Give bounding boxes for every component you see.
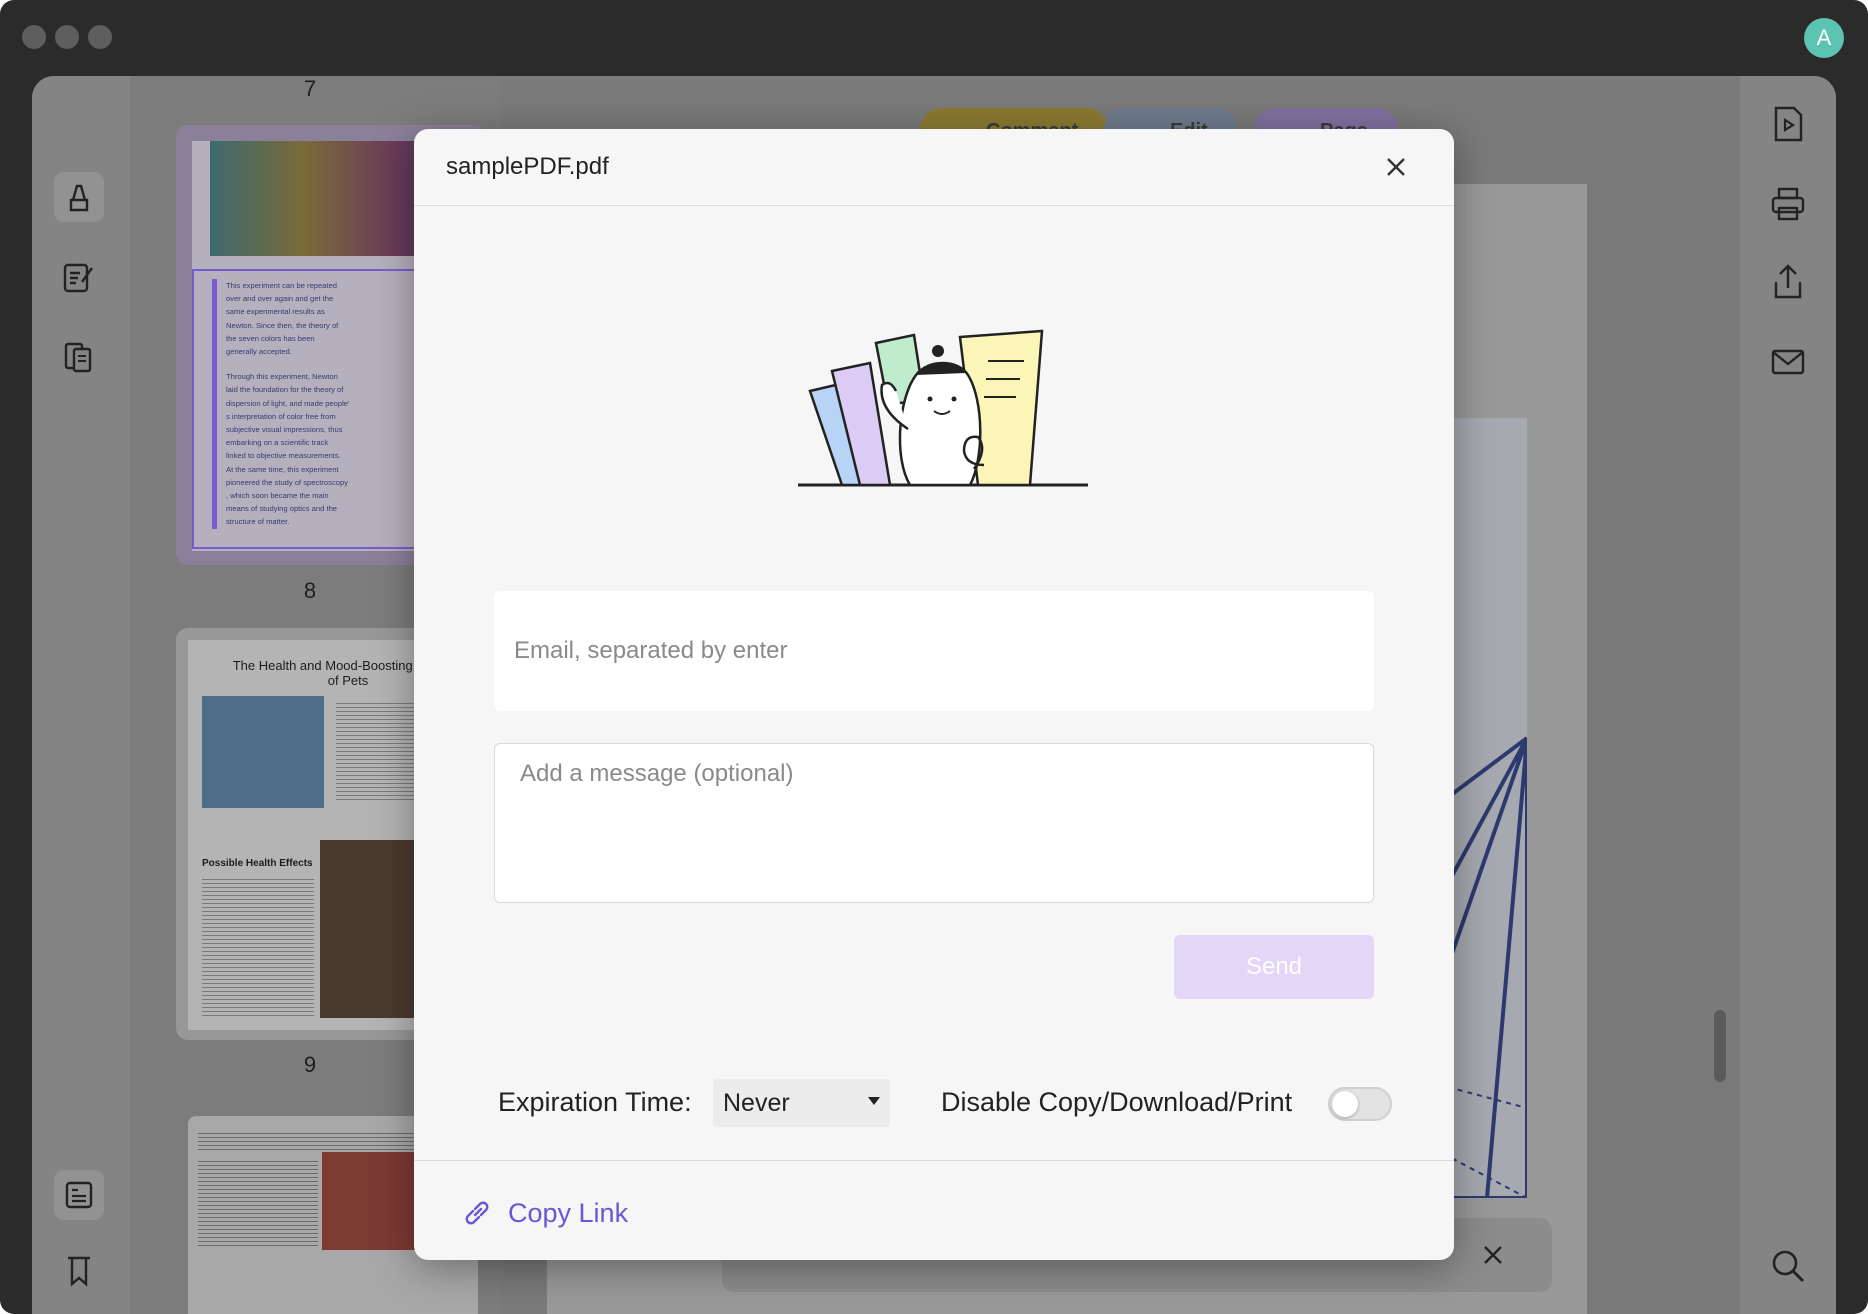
organize-pages-icon	[64, 342, 92, 373]
user-avatar[interactable]: A	[1804, 18, 1844, 58]
thumb-line: dispersion of light, and made people'	[226, 398, 350, 408]
thumb-line: Newton. Since then, the theory of	[226, 320, 339, 330]
vertical-scrollbar[interactable]	[1714, 1010, 1726, 1082]
thumb-line: over and over again and get the	[226, 294, 334, 304]
thumb-line: laid the foundation for the theory of	[226, 385, 344, 395]
thumb-line: embarking on a scientific track	[226, 438, 329, 448]
thumb-line: same experimental results as	[226, 307, 325, 317]
thumb-line: linked to objective measurements.	[226, 451, 341, 461]
thumb-line: This experiment can be repeated	[226, 281, 338, 290]
thumbnail-subheading: Possible Health Effects	[202, 858, 313, 869]
thumb-line-gap	[226, 358, 426, 370]
toggle-knob	[1332, 1091, 1358, 1117]
mail-icon[interactable]	[1768, 342, 1808, 382]
close-icon[interactable]	[1380, 151, 1412, 183]
thumb-line: s interpretation of color free from	[226, 411, 336, 421]
print-icon[interactable]	[1768, 184, 1808, 224]
highlighter-icon	[69, 184, 89, 212]
edit-tool-button[interactable]	[54, 252, 104, 302]
expiration-select[interactable]: Never	[713, 1079, 890, 1127]
thumb-line: pioneered the study of spectroscopy	[226, 477, 348, 487]
bookmark-button[interactable]	[54, 1246, 104, 1296]
share-dialog: samplePDF.pdf Send Expiration Time: Neve…	[414, 129, 1454, 1260]
thumb-line: At the same time, this experiment	[226, 464, 339, 474]
dropdown-arrow-icon	[868, 1097, 880, 1105]
thumbnail-text-block	[198, 1158, 318, 1248]
disable-copy-label: Disable Copy/Download/Print	[941, 1087, 1293, 1117]
thumb-line: structure of matter.	[226, 517, 290, 527]
copy-link-button[interactable]: Copy Link	[462, 1193, 628, 1233]
copy-link-label: Copy Link	[508, 1197, 629, 1228]
left-toolbar	[32, 76, 130, 1314]
close-icon[interactable]	[1482, 1244, 1504, 1266]
expiration-value: Never	[723, 1089, 790, 1117]
email-field[interactable]	[494, 591, 1374, 711]
disable-copy-toggle[interactable]	[1328, 1087, 1392, 1121]
thumb-line: the seven colors has been	[226, 333, 315, 343]
minimize-window-button[interactable]	[55, 25, 79, 49]
thumb-line: Through this experiment, Newton	[226, 372, 338, 382]
close-window-button[interactable]	[22, 25, 46, 49]
form-icon	[65, 1181, 93, 1209]
cat-image	[202, 696, 324, 808]
link-icon	[465, 1201, 489, 1225]
page-tool-button[interactable]	[54, 332, 104, 382]
play-slides-icon[interactable]	[1768, 104, 1808, 144]
text-cursor-bar	[212, 279, 217, 529]
thumbnail-page-number: 7	[303, 76, 317, 101]
thumb-line: , which soon became the main	[226, 491, 329, 501]
dialog-header: samplePDF.pdf	[414, 129, 1454, 206]
search-icon[interactable]	[1768, 1246, 1808, 1286]
thumbnail-text-lines: This experiment can be repeated over and…	[226, 279, 426, 529]
share-icon[interactable]	[1768, 262, 1808, 302]
thumb-line: subjective visual impressions, thus	[226, 425, 343, 435]
comment-tool-button[interactable]	[54, 172, 104, 222]
form-tool-button[interactable]	[54, 1170, 104, 1220]
thumb-line: means of studying optics and the	[226, 504, 338, 514]
dialog-title: samplePDF.pdf	[446, 153, 609, 180]
title-bar: A	[0, 0, 1868, 76]
thumbnail-page-number: 9	[303, 1052, 317, 1077]
thumb-line: generally accepted.	[226, 347, 292, 357]
zoom-window-button[interactable]	[88, 25, 112, 49]
bookmark-icon	[68, 1256, 90, 1287]
share-illustration	[798, 329, 1088, 487]
footer-divider	[414, 1160, 1454, 1161]
send-button[interactable]: Send	[1174, 935, 1374, 999]
right-toolbar	[1740, 76, 1836, 1314]
thumbnail-page-number: 8	[303, 578, 317, 603]
app-window: A 7 This experiment can be repeated over…	[0, 0, 1868, 1314]
expiration-label: Expiration Time:	[498, 1087, 692, 1117]
edit-text-icon	[63, 263, 93, 293]
thumbnail-text-block	[202, 876, 314, 1016]
message-field[interactable]	[494, 743, 1374, 903]
